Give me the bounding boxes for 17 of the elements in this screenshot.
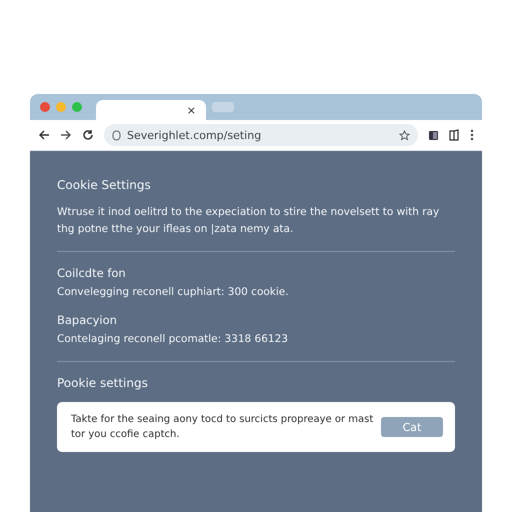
reload-icon[interactable] xyxy=(82,129,94,141)
forward-icon[interactable] xyxy=(60,129,72,141)
section-title: Bapacyion xyxy=(57,313,118,327)
star-icon[interactable] xyxy=(399,130,410,140)
banner-text: Takte for the seaing aony tocd to surcicts propreaye or mast tor you ccofie captch. xyxy=(71,413,374,442)
section-text: Contelaging reconell pcomatle: 3318 66123 xyxy=(57,332,289,347)
book-icon[interactable] xyxy=(449,129,460,141)
section-title: Coilcdte fon xyxy=(57,266,127,280)
back-icon[interactable] xyxy=(38,129,50,141)
section-heading: Pookie settings xyxy=(57,376,149,390)
menu-icon[interactable] xyxy=(470,129,474,141)
section-text: Convelegging reconell cuphiart: 300 cookie. xyxy=(57,285,290,300)
address-bar[interactable]: Severighlet.comp/seting xyxy=(104,124,418,146)
page-title: Cookie Settings xyxy=(57,178,152,192)
tab-close-button[interactable]: × xyxy=(186,104,196,116)
browser-tab[interactable]: × xyxy=(96,100,206,120)
description-text: Wtruse it inod oelitrd to the expeciation to stire the novelsett to with ray thg potne tthe your ifleas on |zata nemy ata. xyxy=(57,205,440,237)
